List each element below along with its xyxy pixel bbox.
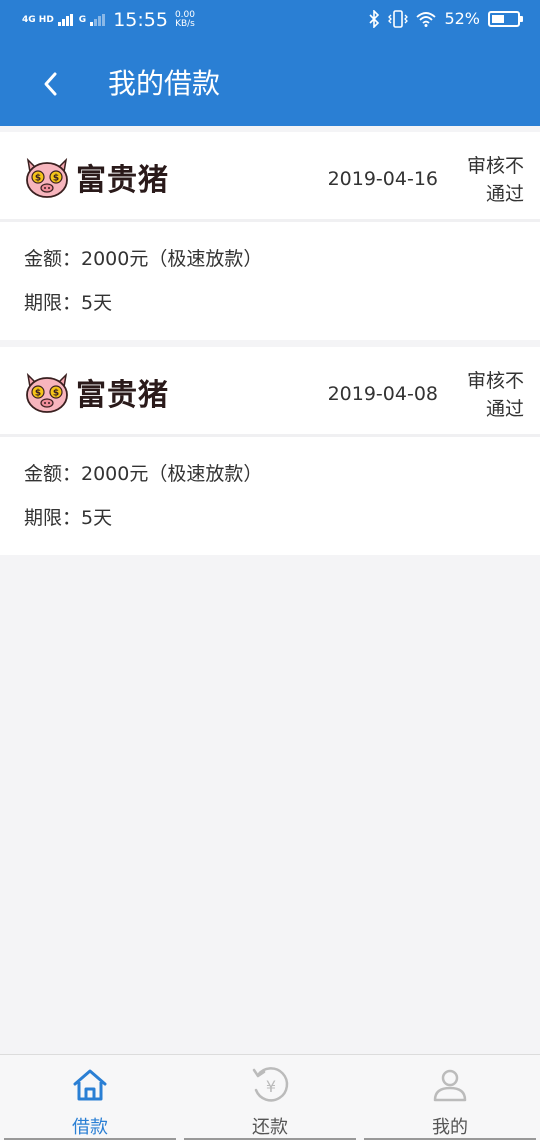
- user-icon: [433, 1069, 467, 1102]
- brand-name: 富贵猪: [76, 163, 169, 198]
- loan-card[interactable]: $ $ 富贵猪 2019-04-08 审核不通过 金额：2000元（极速放款） …: [0, 347, 540, 555]
- battery-percent: 52%: [444, 9, 480, 28]
- tab-borrow[interactable]: 借款: [0, 1055, 180, 1140]
- battery-icon: [488, 10, 523, 27]
- loan-status: 审核不通过: [466, 155, 524, 205]
- loan-term: 期限：5天: [24, 507, 113, 529]
- loan-card-body: 金额：2000元（极速放款） 期限：5天: [24, 460, 262, 548]
- speed-unit: KB/s: [175, 19, 195, 29]
- loan-card-body: 金额：2000元（极速放款） 期限：5天: [24, 245, 262, 333]
- loan-card-header: $ $ 富贵猪 2019-04-16 审核不通过: [0, 132, 540, 222]
- loan-amount: 金额：2000元（极速放款）: [24, 248, 263, 270]
- svg-text:¥: ¥: [266, 1077, 276, 1096]
- home-icon: [73, 1069, 107, 1101]
- tab-label: 借款: [72, 1117, 108, 1138]
- status-left: 4G HD G 15:55 0.00 KB/s: [22, 9, 195, 31]
- bottom-tab-bar: 借款 ¥ 还款 我的: [0, 1054, 540, 1140]
- network-speed: 0.00 KB/s: [175, 11, 195, 29]
- clock: 15:55: [113, 9, 168, 31]
- back-button[interactable]: [30, 64, 70, 104]
- brand-logo: $ $ 富贵猪: [20, 365, 169, 419]
- svg-text:$: $: [53, 174, 59, 184]
- loan-date: 2019-04-16: [327, 168, 438, 190]
- app-bar: 我的借款: [0, 42, 540, 126]
- vibrate-icon: [388, 9, 409, 28]
- battery-fill: [492, 14, 504, 23]
- loan-date: 2019-04-08: [327, 383, 438, 405]
- svg-text:$: $: [35, 174, 41, 184]
- repay-yuan-icon: ¥: [252, 1067, 289, 1102]
- loan-card-header: $ $ 富贵猪 2019-04-08 审核不通过: [0, 347, 540, 437]
- brand-logo: $ $ 富贵猪: [20, 150, 169, 204]
- status-bar: 4G HD G 15:55 0.00 KB/s 52%: [0, 0, 540, 42]
- signal-icon-2: [90, 14, 106, 26]
- brand-name: 富贵猪: [76, 378, 169, 413]
- pig-logo-icon: $ $: [26, 157, 68, 198]
- signal-icon: [57, 14, 73, 26]
- loan-term: 期限：5天: [24, 292, 113, 314]
- loan-amount: 金额：2000元（极速放款）: [24, 463, 263, 485]
- svg-text:$: $: [35, 389, 41, 399]
- tab-repay[interactable]: ¥ 还款: [180, 1055, 360, 1140]
- network-type-2: G: [78, 14, 87, 25]
- tab-label: 还款: [252, 1117, 288, 1138]
- wifi-icon: [416, 11, 437, 27]
- svg-text:$: $: [53, 389, 59, 399]
- bluetooth-icon: [369, 9, 380, 28]
- tab-label: 我的: [432, 1117, 468, 1138]
- page-title: 我的借款: [108, 67, 221, 100]
- network-type: 4G HD: [22, 14, 54, 25]
- pig-logo-icon: $ $: [26, 372, 68, 413]
- loan-card[interactable]: $ $ 富贵猪 2019-04-16 审核不通过 金额：2000元（极速放款） …: [0, 132, 540, 340]
- status-right: 52%: [368, 9, 523, 28]
- tab-mine[interactable]: 我的: [360, 1055, 540, 1140]
- chevron-left-icon: [44, 72, 57, 96]
- loan-status: 审核不通过: [466, 370, 524, 420]
